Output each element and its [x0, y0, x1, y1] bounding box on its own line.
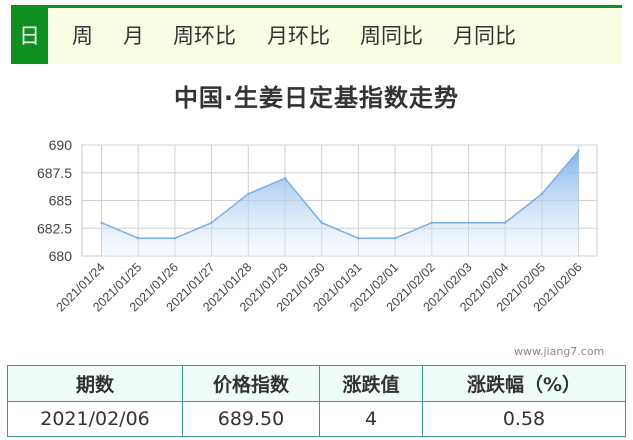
data-point [210, 221, 213, 224]
table-row: 2021/02/06 689.50 4 0.58 [7, 401, 626, 437]
cell-period: 2021/02/06 [7, 401, 183, 437]
header-change-percent: 涨跌幅（%） [422, 365, 626, 402]
data-point [430, 221, 433, 224]
cell-change-percent: 0.58 [422, 401, 626, 437]
y-tick-label: 690 [49, 137, 73, 153]
y-tick-label: 687.5 [37, 165, 72, 181]
data-point [577, 149, 580, 152]
cell-price-index: 689.50 [182, 401, 320, 437]
watermark: www.jiang7.com [514, 345, 605, 358]
header-price-index: 价格指数 [182, 365, 320, 402]
data-point [100, 221, 103, 224]
data-point [283, 177, 287, 180]
summary-table: 期数 价格指数 涨跌值 涨跌幅（%） 2021/02/06 689.50 4 0… [7, 365, 626, 437]
data-point [357, 237, 360, 240]
y-tick-label: 680 [49, 248, 73, 264]
data-point [540, 192, 544, 196]
header-change-value: 涨跌值 [319, 365, 423, 402]
data-point [504, 221, 507, 224]
data-point [320, 221, 323, 224]
header-period: 期数 [7, 365, 183, 402]
cell-change-value: 4 [319, 401, 423, 437]
data-point [247, 192, 250, 196]
data-point [467, 221, 470, 224]
table-header-row: 期数 价格指数 涨跌值 涨跌幅（%） [7, 365, 626, 402]
y-tick-label: 682.5 [37, 220, 72, 236]
y-tick-label: 685 [49, 193, 73, 209]
data-point [393, 237, 397, 240]
data-point [173, 237, 177, 240]
data-point [137, 237, 140, 240]
